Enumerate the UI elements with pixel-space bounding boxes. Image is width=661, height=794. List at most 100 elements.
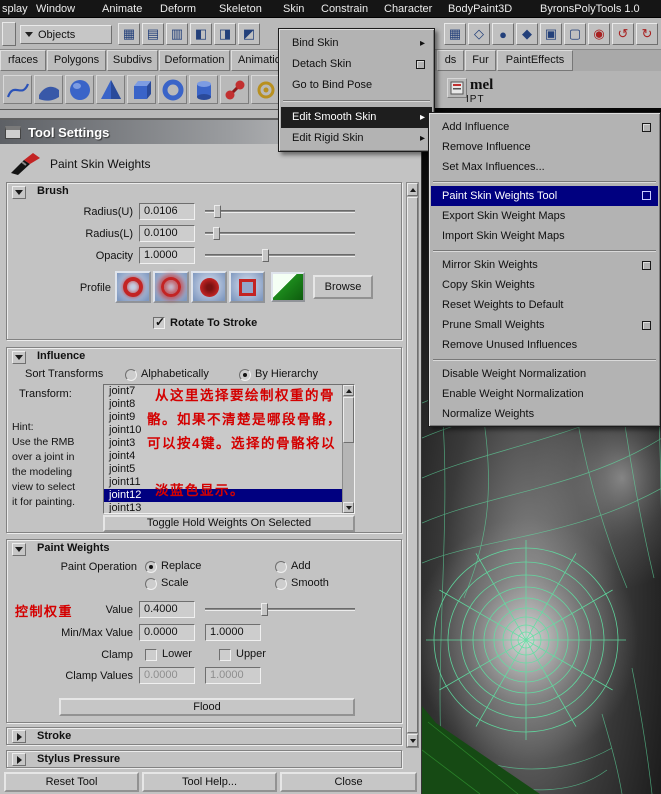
mel-label[interactable]: mel [470, 77, 493, 94]
tool-help-button[interactable]: Tool Help... [142, 772, 277, 792]
shelf-curves-icon[interactable] [3, 75, 32, 104]
make-live-icon[interactable]: ▣ [540, 23, 562, 45]
option-box-icon[interactable] [416, 60, 425, 69]
submenu-item-add-influence[interactable]: Add Influence [431, 117, 658, 137]
submenu-item-reset-weights-to-default[interactable]: Reset Weights to Default [431, 295, 658, 315]
op-smooth-radio[interactable] [275, 578, 287, 590]
reset-tool-button[interactable]: Reset Tool [4, 772, 139, 792]
selection-mask-faces-icon[interactable]: ◩ [238, 23, 260, 45]
toolbar-collapse-handle[interactable] [2, 22, 16, 46]
scroll-thumb[interactable] [407, 197, 418, 733]
snap-to-grid-icon[interactable]: ▦ [444, 23, 466, 45]
toggle-hold-weights-button[interactable]: Toggle Hold Weights On Selected [103, 515, 355, 532]
rotate-to-stroke-checkbox[interactable] [153, 315, 165, 329]
influence-collapse-button[interactable] [12, 351, 26, 364]
submenu-item-remove-influence[interactable]: Remove Influence [431, 137, 658, 157]
render-current-frame-icon[interactable]: ◉ [588, 23, 610, 45]
sort-by-hierarchy-radio[interactable] [239, 369, 251, 381]
menu-item-edit-smooth-skin[interactable]: Edit Smooth Skin ▸ [281, 107, 432, 128]
shelf-sphere-icon[interactable] [65, 75, 94, 104]
op-replace-radio[interactable] [145, 561, 157, 573]
menu-skeleton[interactable]: Skeleton [219, 3, 262, 15]
brush-profile-solid-button[interactable] [191, 271, 227, 303]
clamp-lower-checkbox[interactable] [145, 649, 157, 661]
option-box-icon[interactable] [642, 321, 651, 330]
scroll-down-button[interactable] [343, 502, 354, 513]
min-value-field[interactable]: 0.0000 [139, 624, 195, 641]
joint-list-item[interactable]: joint13 [104, 502, 342, 513]
shelf-tab-subdivs[interactable]: Subdivs [107, 50, 158, 71]
slider-handle[interactable] [214, 205, 221, 218]
menu-bodypaint3d[interactable]: BodyPaint3D [448, 3, 512, 15]
shelf-tab-deformation[interactable]: Deformation [159, 50, 230, 71]
menu-character[interactable]: Character [384, 3, 432, 15]
submenu-item-prune-small-weights[interactable]: Prune Small Weights [431, 315, 658, 335]
render-globals-icon[interactable]: ↻ [636, 23, 658, 45]
value-field[interactable]: 0.4000 [139, 601, 195, 618]
select-by-hierarchy-icon[interactable]: ▦ [118, 23, 140, 45]
scroll-thumb[interactable] [343, 397, 354, 443]
opacity-slider[interactable] [205, 248, 355, 263]
submenu-item-set-max-influences[interactable]: Set Max Influences... [431, 157, 658, 177]
brush-profile-file-button[interactable] [271, 272, 305, 302]
flood-button[interactable]: Flood [59, 698, 355, 716]
shelf-surface-icon[interactable] [34, 75, 63, 104]
radius-u-slider[interactable] [205, 204, 355, 219]
shelf-ik-handle-icon[interactable] [251, 75, 280, 104]
shelf-cone-icon[interactable] [96, 75, 125, 104]
option-box-icon[interactable] [642, 191, 651, 200]
joint-list-item[interactable]: joint5 [104, 463, 342, 476]
menu-item-detach-skin[interactable]: Detach Skin [281, 54, 432, 75]
close-button[interactable]: Close [280, 772, 417, 792]
scroll-down-button[interactable] [407, 734, 418, 747]
radius-u-field[interactable]: 0.0106 [139, 203, 195, 220]
mel-script-icon[interactable] [447, 78, 467, 98]
shelf-cylinder-icon[interactable] [189, 75, 218, 104]
shelf-cube-icon[interactable] [127, 75, 156, 104]
sort-alphabetically-radio[interactable] [125, 369, 137, 381]
shelf-torus-icon[interactable] [158, 75, 187, 104]
menu-window[interactable]: Window [36, 3, 75, 15]
option-box-icon[interactable] [642, 123, 651, 132]
stylus-collapse-button[interactable] [12, 753, 26, 766]
menu-animate[interactable]: Animate [102, 3, 142, 15]
menu-item-edit-rigid-skin[interactable]: Edit Rigid Skin ▸ [281, 128, 432, 149]
submenu-item-enable-weight-normalization[interactable]: Enable Weight Normalization [431, 384, 658, 404]
scroll-up-button[interactable] [407, 183, 418, 196]
shelf-tab-fur[interactable]: Fur [465, 50, 496, 71]
option-box-icon[interactable] [642, 261, 651, 270]
op-add-radio[interactable] [275, 561, 287, 573]
submenu-item-copy-skin-weights[interactable]: Copy Skin Weights [431, 275, 658, 295]
submenu-item-import-skin-weight-maps[interactable]: Import Skin Weight Maps [431, 226, 658, 246]
scroll-up-button[interactable] [343, 385, 354, 396]
menu-item-bind-skin[interactable]: Bind Skin ▸ [281, 33, 432, 54]
radius-l-slider[interactable] [205, 226, 355, 241]
construction-history-icon[interactable]: ▢ [564, 23, 586, 45]
select-by-object-icon[interactable]: ▤ [142, 23, 164, 45]
menu-deform[interactable]: Deform [160, 3, 196, 15]
submenu-item-export-skin-weight-maps[interactable]: Export Skin Weight Maps [431, 206, 658, 226]
selection-mask-lines-icon[interactable]: ◨ [214, 23, 236, 45]
submenu-item-mirror-skin-weights[interactable]: Mirror Skin Weights [431, 255, 658, 275]
submenu-item-remove-unused-influences[interactable]: Remove Unused Influences [431, 335, 658, 355]
submenu-item-disable-weight-normalization[interactable]: Disable Weight Normalization [431, 364, 658, 384]
submenu-item-normalize-weights[interactable]: Normalize Weights [431, 404, 658, 424]
snap-to-curve-icon[interactable]: ◇ [468, 23, 490, 45]
brush-profile-square-button[interactable] [229, 271, 265, 303]
snap-to-point-icon[interactable]: ● [492, 23, 514, 45]
max-value-field[interactable]: 1.0000 [205, 624, 261, 641]
browse-button[interactable]: Browse [313, 275, 373, 299]
stroke-collapse-button[interactable] [12, 730, 26, 743]
menu-display[interactable]: splay [2, 3, 28, 15]
shelf-tab-polygons[interactable]: Polygons [47, 50, 106, 71]
slider-handle[interactable] [212, 227, 220, 240]
radius-l-field[interactable]: 0.0100 [139, 225, 195, 242]
ipr-render-icon[interactable]: ↺ [612, 23, 634, 45]
select-by-component-icon[interactable]: ▥ [166, 23, 188, 45]
panel-scrollbar[interactable] [406, 182, 419, 748]
menu-constrain[interactable]: Constrain [321, 3, 368, 15]
snap-to-plane-icon[interactable]: ◆ [516, 23, 538, 45]
opacity-field[interactable]: 1.0000 [139, 247, 195, 264]
value-slider[interactable] [205, 602, 355, 617]
selection-mask-points-icon[interactable]: ◧ [190, 23, 212, 45]
